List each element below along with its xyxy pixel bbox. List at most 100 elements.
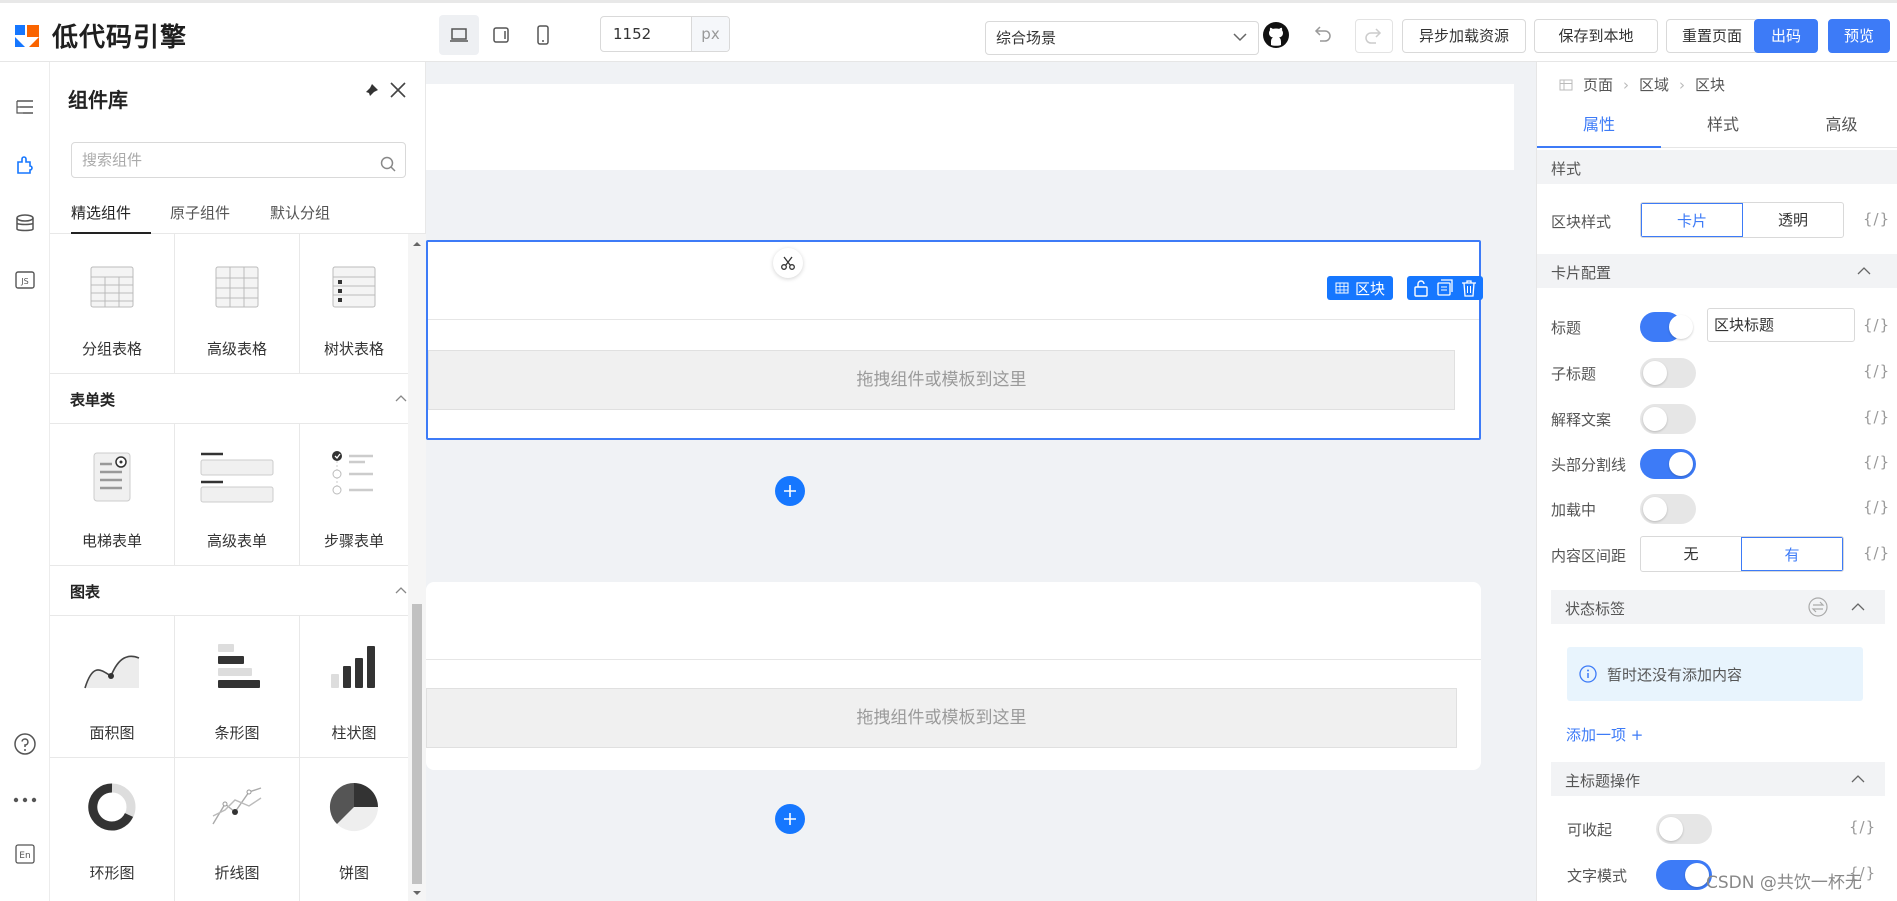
expression-icon[interactable]: {/} xyxy=(1863,408,1890,426)
collapsible-row: 可收起 {/} xyxy=(1567,810,1887,846)
delete-icon[interactable] xyxy=(1459,278,1479,298)
breadcrumb-block[interactable]: 区块 xyxy=(1695,74,1725,95)
page-region-top[interactable] xyxy=(426,84,1514,170)
desktop-view-button[interactable] xyxy=(439,15,479,55)
scroll-thumb[interactable] xyxy=(412,604,422,884)
more-icon[interactable] xyxy=(7,782,43,818)
section-card-config[interactable]: 卡片配置 xyxy=(1537,254,1897,288)
breadcrumb-page[interactable]: 页面 xyxy=(1583,74,1613,95)
tab-props[interactable]: 属性 xyxy=(1537,104,1661,148)
option-card[interactable]: 卡片 xyxy=(1641,203,1743,237)
tab-featured[interactable]: 精选组件 xyxy=(71,200,151,234)
component-item[interactable]: 柱状图 xyxy=(300,616,408,757)
scene-select[interactable]: 综合场景 xyxy=(985,21,1259,55)
component-item[interactable]: 环形图 xyxy=(50,758,175,901)
component-item[interactable]: 分组表格 xyxy=(50,234,175,373)
group-header-form[interactable]: 表单类 xyxy=(50,374,408,424)
selected-block[interactable]: 拖拽组件或模板到这里 xyxy=(426,240,1481,440)
expression-icon[interactable]: {/} xyxy=(1863,362,1890,380)
component-label: 高级表格 xyxy=(206,340,267,358)
loading-switch[interactable] xyxy=(1640,494,1696,524)
component-library-icon[interactable] xyxy=(7,148,43,184)
add-item-link[interactable]: 添加一项 + xyxy=(1566,724,1643,745)
panel-scrollbar[interactable] xyxy=(408,234,426,901)
scroll-up-icon[interactable] xyxy=(408,238,426,250)
advanced-table-icon xyxy=(175,264,299,310)
tab-default-group[interactable]: 默认分组 xyxy=(270,200,330,234)
reset-page-button[interactable]: 重置页面 xyxy=(1666,19,1758,53)
add-block-button[interactable] xyxy=(775,476,805,506)
pin-icon[interactable] xyxy=(360,82,380,106)
copy-icon[interactable] xyxy=(1435,278,1455,298)
help-icon[interactable] xyxy=(7,726,43,762)
component-search-input[interactable]: 搜索组件 xyxy=(71,142,406,178)
expression-icon[interactable]: {/} xyxy=(1863,316,1890,334)
group-header-chart[interactable]: 图表 xyxy=(50,566,408,616)
component-item[interactable]: 折线图 xyxy=(175,758,300,901)
text-mode-switch[interactable] xyxy=(1656,860,1712,890)
tab-style[interactable]: 样式 xyxy=(1661,104,1785,148)
section-status-tag[interactable]: 状态标签 xyxy=(1551,590,1885,624)
save-local-button[interactable]: 保存到本地 xyxy=(1534,19,1658,53)
github-icon[interactable] xyxy=(1262,21,1290,53)
component-item[interactable]: 饼图 xyxy=(300,758,408,901)
component-item[interactable]: 条形图 xyxy=(175,616,300,757)
scissors-icon[interactable] xyxy=(773,248,803,278)
section-main-title-ops[interactable]: 主标题操作 xyxy=(1551,762,1885,796)
component-item[interactable]: 树状表格 xyxy=(300,234,408,373)
design-canvas: 拖拽组件或模板到这里 拖拽组件或模板到这里 区块 xyxy=(426,62,1536,901)
scroll-down-icon[interactable] xyxy=(408,887,426,899)
option-none[interactable]: 无 xyxy=(1641,537,1741,571)
collapsible-switch[interactable] xyxy=(1656,814,1712,844)
pie-chart-icon xyxy=(300,780,408,834)
divider-switch[interactable] xyxy=(1640,449,1696,479)
block[interactable]: 拖拽组件或模板到这里 xyxy=(426,582,1481,770)
explain-switch[interactable] xyxy=(1640,404,1696,434)
logo: 低代码引擎 xyxy=(12,17,187,54)
canvas-width-value[interactable]: 1152 xyxy=(601,17,691,51)
option-transparent[interactable]: 透明 xyxy=(1743,203,1843,237)
close-icon[interactable] xyxy=(388,80,408,104)
plus-icon xyxy=(784,485,796,497)
undo-icon[interactable] xyxy=(1311,23,1333,49)
js-icon[interactable]: JS xyxy=(7,262,43,298)
component-label: 折线图 xyxy=(214,864,260,882)
expression-icon[interactable]: {/} xyxy=(1863,210,1890,228)
component-item[interactable]: 面积图 xyxy=(50,616,175,757)
drop-zone[interactable]: 拖拽组件或模板到这里 xyxy=(426,688,1457,748)
mobile-view-button[interactable] xyxy=(523,15,563,55)
component-item[interactable]: 电梯表单 xyxy=(50,424,175,565)
component-item[interactable]: 高级表格 xyxy=(175,234,300,373)
chevron-up-icon xyxy=(1851,603,1865,611)
outline-icon[interactable] xyxy=(7,90,43,126)
datasource-icon[interactable] xyxy=(7,206,43,242)
preview-button[interactable]: 预览 xyxy=(1828,19,1890,53)
subtitle-switch[interactable] xyxy=(1640,358,1696,388)
lock-icon[interactable] xyxy=(1411,278,1431,298)
tab-advanced[interactable]: 高级 xyxy=(1785,104,1897,148)
component-item[interactable]: 高级表单 xyxy=(175,424,300,565)
add-block-button[interactable] xyxy=(775,804,805,834)
scene-select-value: 综合场景 xyxy=(996,29,1057,47)
tab-atomic[interactable]: 原子组件 xyxy=(170,200,230,234)
component-item[interactable]: 步骤表单 xyxy=(300,424,408,565)
explain-label: 解释文案 xyxy=(1551,411,1612,429)
title-input[interactable]: 区块标题 xyxy=(1707,308,1855,342)
breadcrumb-region[interactable]: 区域 xyxy=(1639,74,1669,95)
swap-icon[interactable] xyxy=(1807,596,1829,618)
tablet-view-button[interactable] xyxy=(481,15,521,55)
expression-icon[interactable]: {/} xyxy=(1863,498,1890,516)
drop-zone[interactable]: 拖拽组件或模板到这里 xyxy=(428,350,1455,410)
language-icon[interactable]: En xyxy=(7,836,43,872)
chevron-up-icon xyxy=(395,392,407,408)
canvas-width-input[interactable]: 1152 px xyxy=(600,16,730,52)
block-type-tag[interactable]: 区块 xyxy=(1327,276,1394,300)
expression-icon[interactable]: {/} xyxy=(1863,453,1890,471)
option-have[interactable]: 有 xyxy=(1741,537,1843,571)
redo-button[interactable] xyxy=(1355,19,1393,53)
expression-icon[interactable]: {/} xyxy=(1849,818,1876,836)
expression-icon[interactable]: {/} xyxy=(1863,544,1890,562)
title-switch[interactable] xyxy=(1640,312,1693,342)
export-code-button[interactable]: 出码 xyxy=(1754,19,1818,53)
async-load-button[interactable]: 异步加载资源 xyxy=(1402,19,1526,53)
